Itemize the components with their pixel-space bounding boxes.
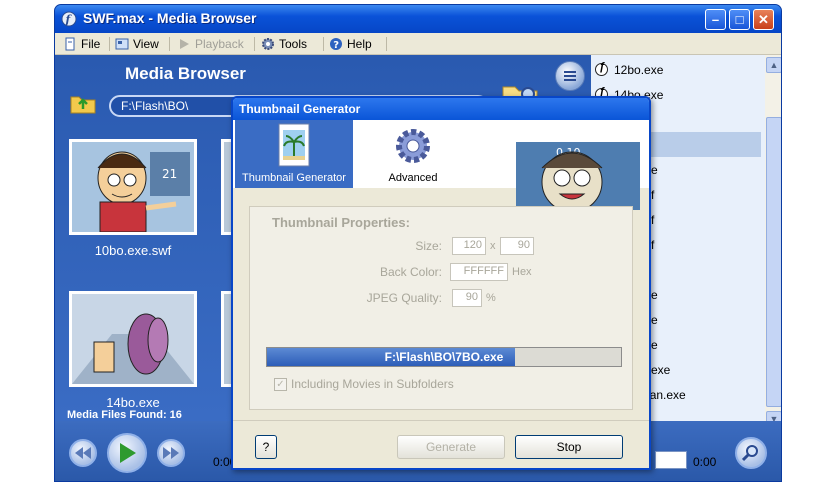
rewind-button[interactable]: [69, 439, 97, 467]
progress-text: F:\Flash\BO\7BO.exe: [384, 350, 504, 364]
file-list-item[interactable]: 12bo.exe: [591, 57, 761, 82]
tab-thumbnail-generator-label: Thumbnail Generator: [242, 172, 346, 184]
dialog-tabs: Thumbnail Generator Advanced 0 10: [233, 120, 649, 210]
help-icon: ?: [330, 38, 342, 51]
group-title: Thumbnail Properties:: [272, 215, 410, 230]
height-field[interactable]: 90: [500, 237, 534, 255]
window-title: SWF.max - Media Browser: [83, 10, 257, 26]
file-list-item-label: e: [651, 287, 658, 302]
menu-tools[interactable]: Tools: [261, 36, 307, 52]
list-view-button[interactable]: [555, 61, 585, 91]
thumbnail-preview: 0 10: [516, 142, 640, 210]
total-time: 0:00: [693, 455, 717, 469]
maximize-button[interactable]: □: [729, 9, 750, 30]
flash-file-icon: [595, 61, 608, 76]
menu-bar: File View Playback Tools ? Help: [55, 33, 781, 55]
file-list-item-label: f: [651, 212, 655, 227]
stop-button[interactable]: Stop: [515, 435, 623, 459]
magnifier-icon: [742, 445, 758, 462]
tab-advanced[interactable]: Advanced: [353, 120, 473, 188]
list-icon: [564, 71, 576, 81]
svg-text:?: ?: [333, 40, 339, 51]
close-button[interactable]: ✕: [753, 9, 774, 30]
hex-label: Hex: [512, 266, 532, 278]
thumbnail-label: 14bo.exe: [106, 395, 160, 410]
menu-tools-label: Tools: [279, 37, 308, 51]
panel-title: Media Browser: [125, 64, 246, 83]
thumbnail-generator-dialog: Thumbnail Generator Thumbnail Generator …: [231, 96, 651, 470]
scroll-thumb[interactable]: [766, 117, 781, 407]
fast-forward-icon: [163, 447, 179, 459]
menu-file[interactable]: File: [63, 36, 100, 52]
menu-help[interactable]: ? Help: [329, 36, 372, 52]
menu-view-label: View: [133, 37, 159, 51]
include-subfolders-option[interactable]: ✓ Including Movies in Subfolders: [274, 377, 454, 391]
view-icon: [115, 38, 129, 50]
back-color-label: Back Color:: [379, 265, 442, 279]
file-list-item-label: exe: [651, 362, 671, 377]
jpeg-quality-label: JPEG Quality:: [366, 291, 442, 305]
percent-label: %: [486, 292, 496, 304]
menu-separator: [254, 37, 255, 51]
back-color-field[interactable]: FFFFFF: [450, 263, 508, 281]
size-label: Size:: [415, 239, 442, 253]
help-button[interactable]: ?: [255, 435, 277, 459]
thumbnail-properties-group: Thumbnail Properties: Size: 120 x 90 Bac…: [249, 206, 633, 410]
fast-forward-button[interactable]: [157, 439, 185, 467]
jpeg-quality-field[interactable]: 90: [452, 289, 482, 307]
title-bar[interactable]: f SWF.max - Media Browser – □ ✕: [55, 5, 781, 33]
play-icon: [120, 443, 136, 463]
menu-playback[interactable]: Playback: [177, 36, 244, 52]
menu-separator: [109, 37, 110, 51]
tab-thumbnail-generator[interactable]: Thumbnail Generator: [235, 120, 353, 188]
cartoon-thumbnail-image: [72, 294, 194, 384]
thumbnail[interactable]: 21: [69, 139, 197, 235]
thumbnail-label: 10bo.exe.swf: [94, 243, 172, 258]
dialog-title[interactable]: Thumbnail Generator: [233, 98, 649, 120]
minimize-button[interactable]: –: [705, 9, 726, 30]
menu-file-label: File: [81, 37, 101, 51]
thumbnail-image-icon: [278, 123, 310, 167]
file-list-item-label: e: [651, 312, 658, 327]
app-icon: f: [61, 11, 77, 27]
folder-up-icon[interactable]: [69, 91, 97, 115]
size-times: x: [490, 240, 496, 252]
svg-text:21: 21: [162, 167, 177, 181]
generate-button[interactable]: Generate: [397, 435, 505, 459]
width-field[interactable]: 120: [452, 237, 486, 255]
generation-progress: F:\Flash\BO\7BO.exe: [266, 347, 622, 367]
seek-bar[interactable]: [655, 451, 687, 469]
include-subfolders-label: Including Movies in Subfolders: [291, 377, 454, 391]
cartoon-preview-image: 0 10: [516, 142, 640, 210]
advanced-gear-icon: [396, 129, 430, 163]
rewind-icon: [75, 447, 91, 459]
file-list-item-label: e: [651, 337, 658, 352]
tab-advanced-label: Advanced: [388, 172, 438, 184]
media-files-found: Media Files Found: 16: [67, 409, 182, 421]
menu-separator: [386, 37, 387, 51]
scroll-up-button[interactable]: ▲: [766, 57, 781, 73]
menu-separator: [169, 37, 170, 51]
file-list-item-label: 12bo.exe: [614, 62, 664, 77]
thumbnail[interactable]: [69, 291, 197, 387]
file-list-scrollbar[interactable]: ▲ ▼: [765, 55, 781, 427]
dialog-footer: ? Generate Stop: [233, 420, 649, 468]
menu-view[interactable]: View: [115, 36, 159, 52]
file-icon: [65, 37, 75, 51]
play-icon: [180, 39, 189, 49]
menu-help-label: Help: [347, 37, 372, 51]
gear-icon: [262, 38, 274, 50]
zoom-button[interactable]: [735, 437, 767, 469]
menu-separator: [323, 37, 324, 51]
menu-playback-label: Playback: [195, 37, 244, 51]
play-button[interactable]: [107, 433, 147, 473]
cartoon-thumbnail-image: 21: [72, 142, 194, 232]
include-subfolders-checkbox[interactable]: ✓: [274, 377, 287, 391]
file-list-item-label: f: [651, 237, 655, 252]
file-list-item-label: e: [651, 162, 658, 177]
file-list-item-label: f: [651, 187, 655, 202]
